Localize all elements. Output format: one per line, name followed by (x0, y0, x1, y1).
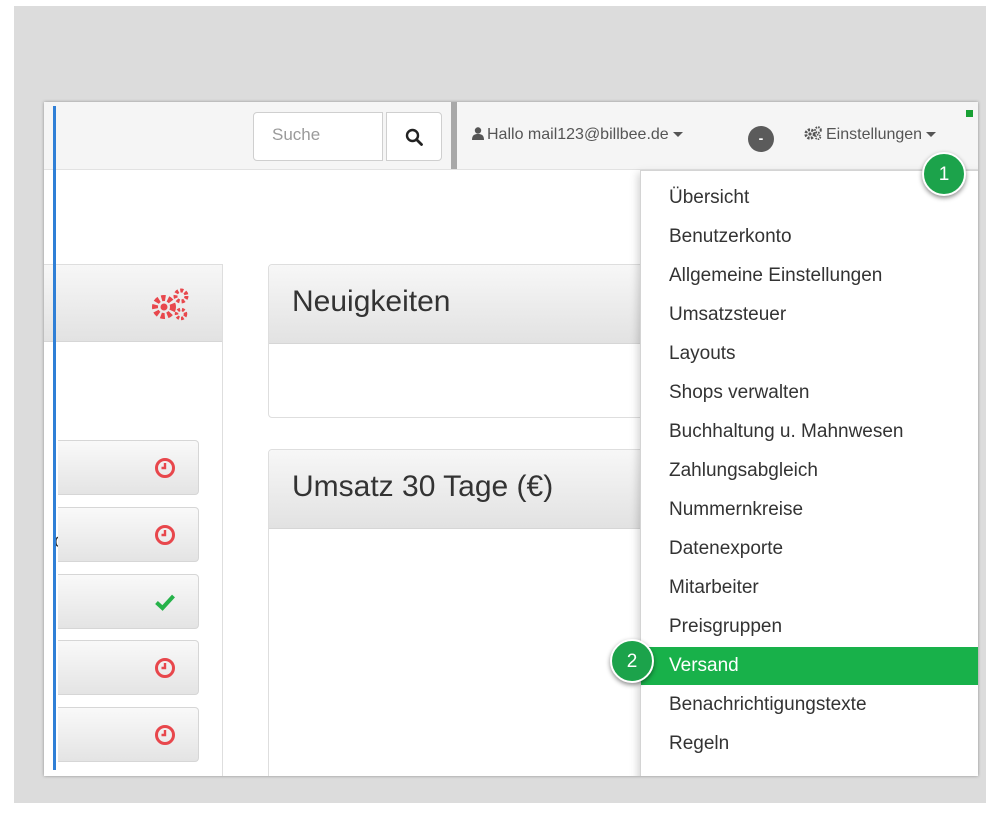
menu-item-nummernkreise[interactable]: Nummernkreise (641, 491, 978, 529)
menu-item-versand[interactable]: Versand (641, 647, 978, 685)
check-icon (155, 594, 175, 611)
gears-icon[interactable] (150, 287, 192, 323)
menu-item-benachrichtigungstexte[interactable]: Benachrichtigungstexte (641, 686, 978, 724)
settings-menu-toggle[interactable]: Einstellungen (804, 126, 937, 144)
search-icon (405, 128, 423, 146)
step-badge: 1 (922, 152, 966, 196)
status-indicator (966, 110, 973, 117)
user-greeting: Hallo mail123@billbee.de (487, 126, 669, 143)
gears-icon (804, 126, 822, 141)
chevron-down-icon (672, 132, 683, 138)
menu-item-datenexporte[interactable]: Datenexporte (641, 530, 978, 568)
step-badge: 2 (610, 639, 654, 683)
clock-icon (155, 525, 175, 545)
menu-item-buchhaltung[interactable]: Buchhaltung u. Mahnwesen (641, 413, 978, 451)
user-menu-toggle[interactable]: Hallo mail123@billbee.de (472, 126, 683, 144)
menu-item-zahlungsabgleich[interactable]: Zahlungsabgleich (641, 452, 978, 490)
news-panel-title: Neuigkeiten (292, 285, 451, 318)
settings-label: Einstellungen (826, 126, 923, 143)
news-panel: Neuigkeiten (268, 264, 658, 418)
clock-icon (155, 658, 175, 678)
menu-item-mitarbeiter[interactable]: Mitarbeiter (641, 569, 978, 607)
status-button[interactable] (58, 574, 199, 629)
revenue-panel: Umsatz 30 Tage (€) (268, 449, 658, 776)
status-button[interactable] (58, 707, 199, 762)
menu-item-allgemeine-einstellungen[interactable]: Allgemeine Einstellungen (641, 257, 978, 295)
menu-item-benutzerkonto[interactable]: Benutzerkonto (641, 218, 978, 256)
menu-item-regeln[interactable]: Regeln (641, 725, 978, 763)
clock-icon (155, 458, 175, 478)
search-input[interactable]: Suche (253, 112, 383, 161)
notification-badge[interactable]: - (748, 126, 774, 152)
screenshot-frame: Suche Hallo mail123@billbee.de - Einstel… (14, 6, 986, 803)
status-button[interactable] (58, 640, 199, 695)
news-panel-header: Neuigkeiten (269, 265, 657, 344)
account-panel-header (44, 264, 222, 342)
settings-dropdown-menu: Übersicht Benutzerkonto Allgemeine Einst… (640, 170, 978, 776)
menu-item-shops-verwalten[interactable]: Shops verwalten (641, 374, 978, 412)
chevron-down-icon (926, 132, 937, 138)
menu-item-umsatzsteuer[interactable]: Umsatzsteuer (641, 296, 978, 334)
revenue-panel-title: Umsatz 30 Tage (€) (292, 470, 554, 503)
top-navbar: Suche Hallo mail123@billbee.de - Einstel… (44, 102, 978, 170)
left-border (53, 106, 56, 770)
navbar-divider (451, 102, 457, 169)
status-button[interactable] (58, 507, 199, 562)
clock-icon (155, 725, 175, 745)
app-window: Suche Hallo mail123@billbee.de - Einstel… (44, 102, 978, 776)
revenue-panel-header: Umsatz 30 Tage (€) (269, 450, 657, 529)
user-icon (472, 127, 484, 140)
menu-item-preisgruppen[interactable]: Preisgruppen (641, 608, 978, 646)
menu-item-layouts[interactable]: Layouts (641, 335, 978, 373)
status-button[interactable] (58, 440, 199, 495)
search-button[interactable] (386, 112, 442, 161)
